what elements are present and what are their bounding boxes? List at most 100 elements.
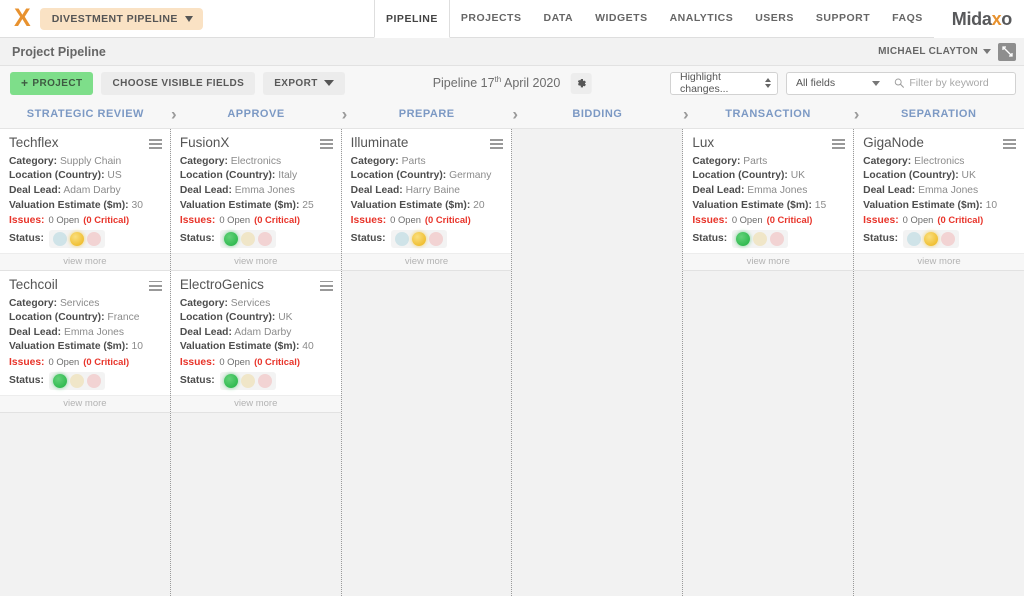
fullscreen-expand-button[interactable] [998,42,1016,61]
card-field-category-value: Parts [743,155,768,167]
card-status-row: Status: [9,371,161,393]
card-status-label: Status: [9,375,44,387]
nav-item-widgets[interactable]: WIDGETS [584,0,659,37]
view-more-button[interactable]: view more [341,252,512,270]
project-card-title[interactable]: Techcoil [9,277,161,293]
project-card[interactable]: Lux Category: Parts Location (Country): UK… [683,129,854,271]
status-pill-red[interactable] [257,373,272,388]
status-pill-green-selected[interactable] [223,231,238,246]
add-project-button[interactable]: + PROJECT [10,71,94,95]
project-card[interactable]: FusionX Category: Electronics Location (Co… [170,129,341,271]
project-card-title[interactable]: Illuminate [351,135,503,151]
pipeline-column-prepare[interactable]: Illuminate Category: Parts Location (Count… [341,129,513,596]
view-more-button[interactable]: view more [0,252,170,270]
project-card-title[interactable]: FusionX [180,135,332,151]
status-pill-green[interactable] [907,231,922,246]
card-menu-icon[interactable] [1002,139,1016,152]
nav-item-pipeline[interactable]: PIPELINE [374,0,450,38]
card-menu-icon[interactable] [148,139,162,152]
search-icon [894,78,904,88]
stage-header-label[interactable]: SEPARATION [901,108,977,120]
status-pill-red[interactable] [770,231,785,246]
status-pill-red[interactable] [257,231,272,246]
project-card-title[interactable]: GigaNode [863,135,1015,151]
project-card[interactable]: Techflex Category: Supply Chain Location (… [0,129,170,271]
pipeline-column-strategic-review[interactable]: Techflex Category: Supply Chain Location (… [0,129,171,596]
project-card[interactable]: Illuminate Category: Parts Location (Count… [341,129,512,271]
stage-header-transaction: TRANSACTION › [683,100,859,128]
status-pill-yellow-selected[interactable] [924,231,939,246]
status-pill-green[interactable] [394,231,409,246]
project-card-title[interactable]: ElectroGenics [180,277,332,293]
fields-scope-select[interactable]: All fields [786,71,886,95]
card-menu-icon[interactable] [490,139,504,152]
card-status-label: Status: [692,233,728,245]
status-pill-red[interactable] [428,231,443,246]
project-card[interactable]: GigaNode Category: Electronics Location (C… [854,129,1024,271]
card-field-location-label: Location (Country): [9,170,105,182]
card-field-category-value: Electronics [914,155,965,167]
logo-text-suffix: o [1001,8,1012,29]
view-more-button[interactable]: view more [683,252,854,270]
pipeline-column-bidding[interactable] [512,129,684,596]
choose-visible-fields-label: CHOOSE VISIBLE FIELDS [112,77,245,89]
nav-item-support[interactable]: SUPPORT [805,0,881,37]
pipeline-selector-dropdown[interactable]: DIVESTMENT PIPELINE [39,7,203,30]
card-field-deal-lead: Deal Lead: Emma Jones [692,184,844,199]
status-pill-yellow-selected[interactable] [69,231,84,246]
status-pill-yellow[interactable] [240,373,255,388]
pipeline-settings-button[interactable] [570,72,592,94]
stage-header-label[interactable]: BIDDING [572,108,622,120]
card-field-location-value: UK [278,312,293,324]
status-pill-green-selected[interactable] [736,231,751,246]
pipeline-column-separation[interactable]: GigaNode Category: Electronics Location (C… [854,129,1024,596]
nav-item-data[interactable]: DATA [532,0,584,37]
nav-item-analytics[interactable]: ANALYTICS [659,0,745,37]
card-menu-icon[interactable] [832,139,846,152]
card-field-deal-lead-value: Emma Jones [747,185,808,197]
card-menu-icon[interactable] [319,280,333,294]
card-field-location-value: UK [790,170,806,182]
project-card-title[interactable]: Techflex [9,135,161,151]
status-badge [732,229,789,248]
project-card[interactable]: ElectroGenics Category: Services Location … [170,270,341,413]
highlight-changes-select[interactable]: Highlight changes... [670,71,778,95]
status-pill-green[interactable] [52,231,67,246]
status-pill-yellow-selected[interactable] [411,231,426,246]
export-button[interactable]: EXPORT [263,71,345,95]
view-more-button[interactable]: view more [0,394,170,412]
stage-header-label[interactable]: STRATEGIC REVIEW [27,108,144,120]
status-pill-yellow[interactable] [753,231,768,246]
project-card[interactable]: Techcoil Category: Services Location (Coun… [0,270,170,413]
choose-visible-fields-button[interactable]: CHOOSE VISIBLE FIELDS [101,71,256,95]
card-field-deal-lead-value: Emma Jones [234,185,295,197]
filter-input-wrapper[interactable] [886,71,1016,95]
status-pill-red[interactable] [86,373,101,388]
card-field-issues: Issues: 0 Open (0 Critical) [9,355,161,371]
view-more-button[interactable]: view more [854,252,1024,270]
pipeline-column-transaction[interactable]: Lux Category: Parts Location (Country): UK… [683,129,855,596]
user-menu[interactable]: MICHAEL CLAYTON [878,46,991,57]
nav-item-faqs[interactable]: FAQS [881,0,934,37]
nav-item-projects[interactable]: PROJECTS [450,0,533,37]
stage-header-label[interactable]: APPROVE [227,108,284,120]
stage-header-label[interactable]: TRANSACTION [725,108,811,120]
view-more-button[interactable]: view more [170,252,341,270]
card-field-location: Location (Country): UK [180,311,332,326]
pipeline-column-approve[interactable]: FusionX Category: Electronics Location (Co… [170,129,342,596]
project-card-title[interactable]: Lux [692,135,844,151]
search-input[interactable] [909,77,1007,89]
status-pill-yellow[interactable] [69,373,84,388]
status-pill-red[interactable] [941,231,956,246]
card-field-issues-critical-value: (0 Critical) [766,214,813,226]
status-pill-green-selected[interactable] [223,373,238,388]
status-pill-red[interactable] [86,231,101,246]
status-pill-yellow[interactable] [240,231,255,246]
stage-header-separation: SEPARATION› [853,100,1024,128]
stage-header-label[interactable]: PREPARE [399,108,455,120]
card-menu-icon[interactable] [148,280,162,294]
card-menu-icon[interactable] [319,139,333,152]
status-pill-green-selected[interactable] [52,373,67,388]
nav-item-users[interactable]: USERS [744,0,805,37]
view-more-button[interactable]: view more [170,394,341,412]
